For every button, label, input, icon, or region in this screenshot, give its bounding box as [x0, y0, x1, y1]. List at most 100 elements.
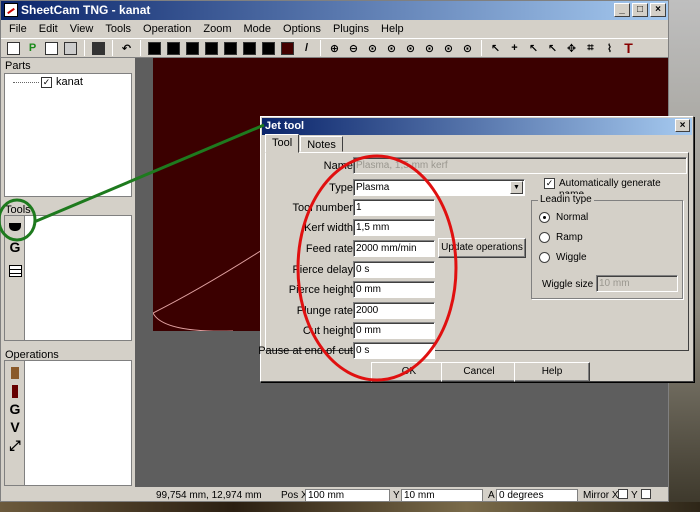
post-process-button[interactable]: P	[24, 40, 41, 57]
plasma-tool-icon[interactable]	[7, 219, 23, 235]
zoom-icon-7[interactable]: ⊙	[440, 40, 457, 57]
text-tool-button[interactable]: T	[620, 40, 637, 57]
move-icon[interactable]: ✥	[563, 40, 580, 57]
zoom-icon-2[interactable]: ⊖	[345, 40, 362, 57]
zoom-icon-4[interactable]: ⊙	[383, 40, 400, 57]
pierce-height-label: Pierce height	[288, 284, 353, 296]
tool-path-icon[interactable]: ⌇	[601, 40, 618, 57]
select-icon-2[interactable]: ↖	[525, 40, 542, 57]
zoom-icon-6[interactable]: ⊙	[421, 40, 438, 57]
close-button[interactable]: ×	[650, 3, 666, 17]
undo-icon[interactable]: ↶	[118, 40, 135, 57]
view-icon-2[interactable]	[165, 40, 182, 57]
maximize-button[interactable]: □	[632, 3, 648, 17]
view-icon-3[interactable]	[184, 40, 201, 57]
window-title: SheetCam TNG - kanat	[21, 3, 151, 17]
zoom-icon-8[interactable]: ⊙	[459, 40, 476, 57]
cut-height-field[interactable]: 0 mm	[353, 322, 435, 339]
type-select[interactable]: Plasma ▼	[353, 179, 525, 196]
select-icon-3[interactable]: ↖	[544, 40, 561, 57]
chevron-down-icon[interactable]: ▼	[510, 181, 523, 194]
gcode-operation-button[interactable]: G	[7, 401, 23, 417]
mirror-x-checkbox[interactable]	[618, 489, 628, 499]
view-icon-8[interactable]	[279, 40, 296, 57]
menu-mode[interactable]: Mode	[237, 20, 277, 38]
type-label: Type	[329, 182, 353, 194]
tool-number-label: Tool number	[292, 202, 353, 214]
status-bar: 99,754 mm, 12,974 mm Pos X 100 mm Y 10 m…	[1, 487, 668, 503]
start-point-icon[interactable]: +	[506, 40, 523, 57]
zoom-icon-1[interactable]: ⊕	[326, 40, 343, 57]
view-icon-6[interactable]	[241, 40, 258, 57]
auto-name-checkbox[interactable]: ✓	[544, 178, 555, 189]
edit-icon[interactable]	[43, 40, 60, 57]
leadin-normal-radio[interactable]	[539, 212, 550, 223]
feed-rate-field[interactable]: 2000 mm/min	[353, 240, 435, 257]
pierce-height-field[interactable]: 0 mm	[353, 281, 435, 298]
text-tool-letter: T	[624, 40, 633, 56]
table-icon[interactable]	[7, 263, 23, 279]
crop-icon[interactable]: ⌗	[582, 40, 599, 57]
view-icon-1[interactable]	[146, 40, 163, 57]
new-file-icon[interactable]	[5, 40, 22, 57]
dialog-close-button[interactable]: ×	[675, 119, 690, 132]
tools-list: G	[4, 215, 132, 341]
cancel-button[interactable]: Cancel	[441, 362, 517, 382]
view-icon-4[interactable]	[203, 40, 220, 57]
update-operations-button[interactable]: Update operations	[438, 238, 526, 258]
menu-help[interactable]: Help	[375, 20, 410, 38]
kerf-width-field[interactable]: 1,5 mm	[353, 219, 435, 236]
pause-field[interactable]: 0 s	[353, 342, 435, 359]
menu-zoom[interactable]: Zoom	[197, 20, 237, 38]
leadin-wiggle-label: Wiggle	[556, 252, 587, 263]
view-icon-5[interactable]	[222, 40, 239, 57]
part-checkbox[interactable]: ✓	[41, 77, 52, 88]
calculator-icon[interactable]	[90, 40, 107, 57]
toolbar-separator	[320, 40, 321, 56]
pos-x-input[interactable]: 100 mm	[305, 488, 390, 502]
gcode-letter: G	[9, 239, 21, 255]
pos-y-input[interactable]: 10 mm	[401, 488, 483, 502]
drill-operation-icon[interactable]	[7, 383, 23, 399]
ok-button[interactable]: OK	[371, 362, 447, 382]
menu-operation[interactable]: Operation	[137, 20, 197, 38]
tab-tool[interactable]: Tool	[265, 134, 300, 153]
op-v-letter: V	[10, 419, 20, 435]
tool-number-field[interactable]: 1	[353, 199, 435, 216]
tab-notes[interactable]: Notes	[300, 136, 343, 152]
line-operation-icon[interactable]: ⤢	[7, 437, 23, 453]
menu-plugins[interactable]: Plugins	[327, 20, 375, 38]
jet-tool-dialog: Jet tool × Tool Notes Name Plasma, 1,5 m…	[258, 116, 694, 382]
leadin-wiggle-radio[interactable]	[539, 252, 550, 263]
menu-tools[interactable]: Tools	[99, 20, 137, 38]
mirror-y-checkbox[interactable]	[641, 489, 651, 499]
help-button[interactable]: Help	[514, 362, 590, 382]
menu-file[interactable]: File	[3, 20, 33, 38]
zoom-icon-3[interactable]: ⊙	[364, 40, 381, 57]
vcarve-operation-button[interactable]: V	[7, 419, 23, 435]
pierce-delay-label: Pierce delay	[292, 264, 353, 276]
plunge-rate-field[interactable]: 2000	[353, 302, 435, 319]
pierce-delay-field[interactable]: 0 s	[353, 261, 435, 278]
zoom-icon-5[interactable]: ⊙	[402, 40, 419, 57]
print-icon[interactable]	[62, 40, 79, 57]
leadin-normal-label: Normal	[556, 212, 589, 223]
cut-height-label: Cut height	[302, 325, 353, 337]
menu-view[interactable]: View	[64, 20, 100, 38]
select-arrow-icon[interactable]: ↖	[487, 40, 504, 57]
menu-options[interactable]: Options	[277, 20, 327, 38]
part-item-kanat[interactable]: kanat	[56, 76, 83, 88]
desktop-taskbar-strip	[0, 502, 700, 512]
menu-edit[interactable]: Edit	[33, 20, 64, 38]
gcode-tool-button[interactable]: G	[7, 239, 23, 255]
angle-input[interactable]: 0 degrees	[496, 488, 578, 502]
wiggle-size-field: 10 mm	[596, 275, 678, 292]
view-icon-7[interactable]	[260, 40, 277, 57]
pen-icon[interactable]: /	[298, 40, 315, 57]
leadin-ramp-radio[interactable]	[539, 232, 550, 243]
toolbar-separator	[84, 40, 85, 56]
jet-operation-icon[interactable]	[7, 365, 23, 381]
mirror-y-label: Y	[631, 489, 638, 501]
minimize-button[interactable]: _	[614, 3, 630, 17]
operations-list: G V ⤢	[4, 360, 132, 486]
